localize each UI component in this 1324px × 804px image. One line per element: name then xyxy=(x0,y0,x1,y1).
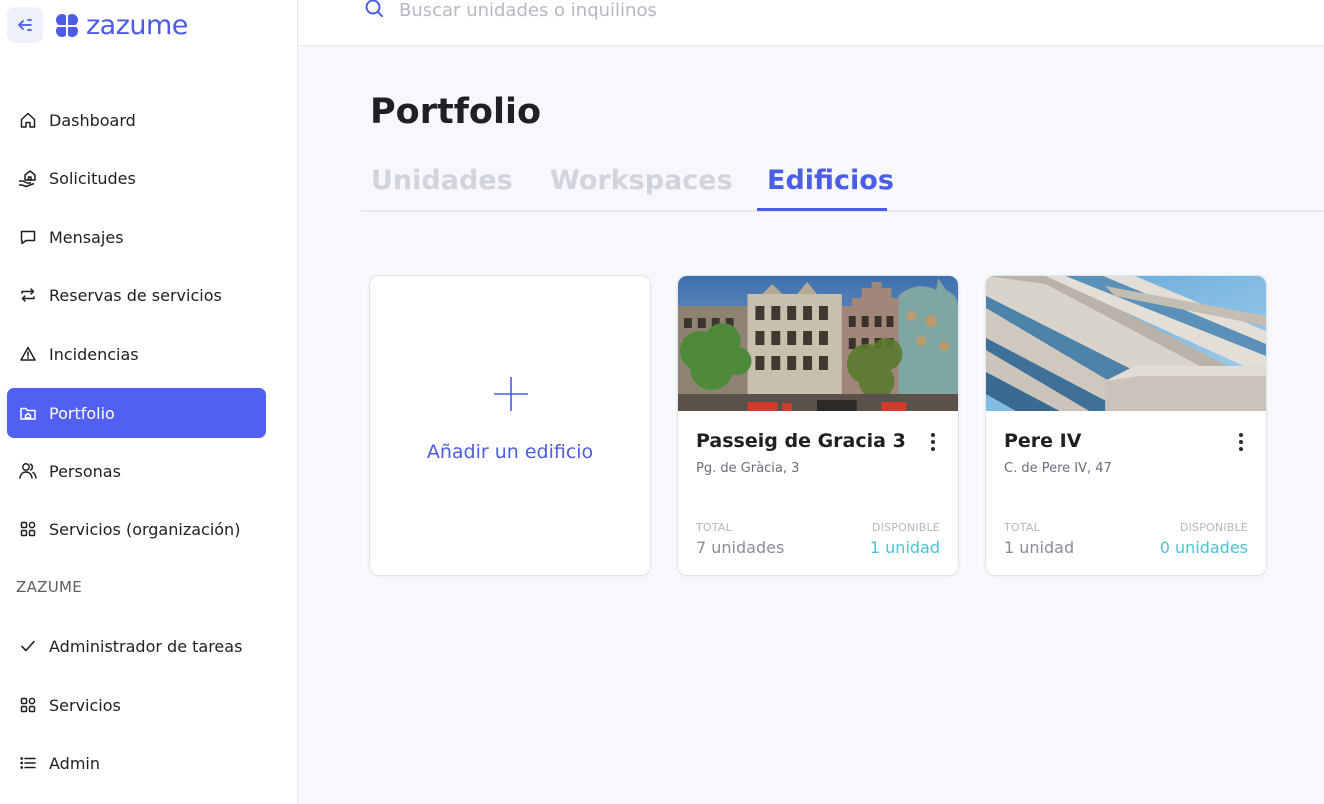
sidebar-item-label: Portfolio xyxy=(49,403,115,423)
sidebar-item-label: Personas xyxy=(49,461,121,481)
building-name: Passeig de Gracia 3 xyxy=(696,430,906,452)
tab-workspaces[interactable]: Workspaces xyxy=(550,165,733,196)
sidebar-item-label: Reservas de servicios xyxy=(49,285,222,305)
tab-unidades[interactable]: Unidades xyxy=(371,165,513,196)
hand-house-icon xyxy=(18,168,38,188)
sidebar-item-mensajes[interactable]: Mensajes xyxy=(7,212,266,262)
portfolio-tabs: Unidades Workspaces Edificios xyxy=(361,160,1324,212)
sidebar-item-label: Servicios xyxy=(49,695,121,715)
clover-logo-icon xyxy=(54,13,80,39)
chat-bubble-icon xyxy=(18,227,38,247)
more-options-icon[interactable] xyxy=(1236,433,1246,451)
sidebar-item-administrador-tareas[interactable]: Administrador de tareas xyxy=(7,621,266,671)
folder-home-icon xyxy=(18,403,38,423)
sidebar-item-admin[interactable]: Admin xyxy=(7,738,266,788)
home-icon xyxy=(18,110,38,130)
sidebar-item-portfolio[interactable]: Portfolio xyxy=(7,388,266,438)
brand-name: zazume xyxy=(86,10,188,41)
total-units: 1 unidad xyxy=(1004,538,1075,557)
available-units: 0 unidades xyxy=(1159,538,1248,557)
check-icon xyxy=(18,636,38,656)
total-caption: TOTAL xyxy=(1004,521,1040,534)
sidebar: zazume Dashboard Solicitudes Mensajes Re… xyxy=(0,0,298,804)
sidebar-item-dashboard[interactable]: Dashboard xyxy=(7,95,266,145)
people-icon xyxy=(18,461,38,481)
sidebar-item-personas[interactable]: Personas xyxy=(7,446,266,496)
sidebar-section-title: ZAZUME xyxy=(16,578,83,596)
building-name: Pere IV xyxy=(1004,430,1082,452)
building-card[interactable]: Passeig de Gracia 3 Pg. de Gràcia, 3 TOT… xyxy=(677,275,959,576)
sidebar-item-label: Admin xyxy=(49,753,100,773)
sidebar-item-label: Administrador de tareas xyxy=(49,636,243,656)
grid-icon xyxy=(18,695,38,715)
search-icon xyxy=(365,0,383,17)
search-input[interactable] xyxy=(399,0,899,27)
top-search-bar xyxy=(299,0,1324,46)
sidebar-item-label: Mensajes xyxy=(49,227,124,247)
tab-edificios[interactable]: Edificios xyxy=(767,165,894,196)
sidebar-item-label: Servicios (organización) xyxy=(49,519,241,539)
warning-icon xyxy=(18,344,38,364)
active-tab-indicator xyxy=(757,208,887,211)
list-icon xyxy=(18,753,38,773)
page-title: Portfolio xyxy=(370,92,542,132)
add-building-card[interactable]: Añadir un edificio xyxy=(369,275,651,576)
building-photo xyxy=(986,276,1266,411)
sidebar-item-incidencias[interactable]: Incidencias xyxy=(7,329,266,379)
more-options-icon[interactable] xyxy=(928,433,938,451)
sidebar-item-solicitudes[interactable]: Solicitudes xyxy=(7,153,266,203)
sidebar-item-label: Incidencias xyxy=(49,344,139,364)
plus-icon xyxy=(494,377,528,411)
arrow-left-icon xyxy=(18,19,32,31)
sidebar-item-servicios[interactable]: Servicios xyxy=(7,680,266,730)
sidebar-item-label: Solicitudes xyxy=(49,168,136,188)
sidebar-item-servicios-organizacion[interactable]: Servicios (organización) xyxy=(7,504,266,554)
add-building-label: Añadir un edificio xyxy=(426,441,594,463)
total-caption: TOTAL xyxy=(696,521,732,534)
building-card[interactable]: Pere IV C. de Pere IV, 47 TOTAL DISPONIB… xyxy=(985,275,1267,576)
sidebar-item-label: Dashboard xyxy=(49,110,136,130)
grid-icon xyxy=(18,519,38,539)
available-caption: DISPONIBLE xyxy=(871,521,940,534)
available-units: 1 unidad xyxy=(869,538,940,557)
available-caption: DISPONIBLE xyxy=(1179,521,1248,534)
building-photo xyxy=(678,276,958,411)
brand-logo[interactable]: zazume xyxy=(52,9,188,43)
repeat-icon xyxy=(18,285,38,305)
sidebar-item-reservas[interactable]: Reservas de servicios xyxy=(7,270,266,320)
total-units: 7 unidades xyxy=(696,538,785,557)
building-address: Pg. de Gràcia, 3 xyxy=(696,461,800,476)
collapse-sidebar-button[interactable] xyxy=(7,7,43,43)
building-address: C. de Pere IV, 47 xyxy=(1004,461,1112,476)
